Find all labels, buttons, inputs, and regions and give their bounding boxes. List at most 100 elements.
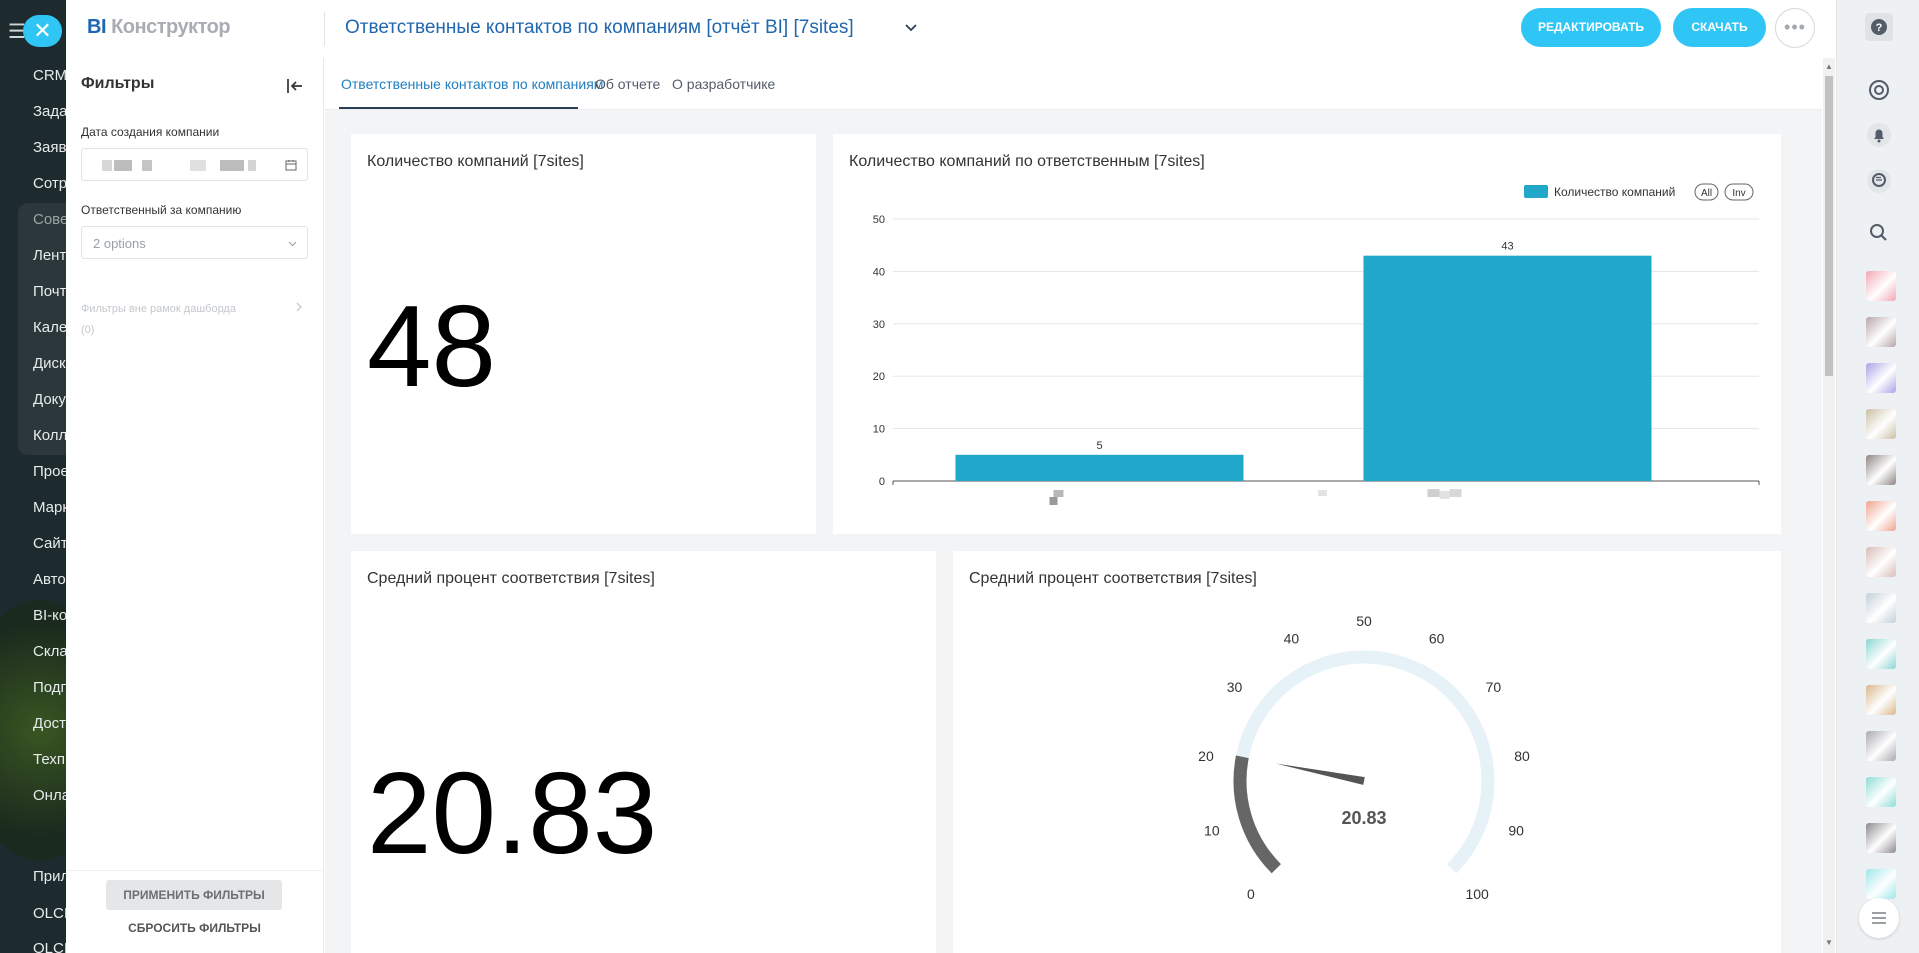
redacted-category-label [1049,497,1058,505]
edit-button[interactable]: РЕДАКТИРОВАТЬ [1521,8,1661,47]
avatar[interactable] [1866,547,1896,577]
avatar[interactable] [1866,593,1896,623]
avatar[interactable] [1866,455,1896,485]
close-slider-button[interactable]: ✕ [23,15,62,47]
y-tick-label: 10 [873,424,885,436]
gauge-value-label: 20.83 [1341,808,1386,828]
list-icon [1872,912,1886,924]
logo-bi: BI [87,16,107,38]
gauge-tick-label: 100 [1465,886,1489,902]
reset-filters-button[interactable]: СБРОСИТЬ ФИЛЬТРЫ [66,921,323,935]
gauge-pointer [1275,763,1365,785]
sidebar-item[interactable]: Доку [33,391,66,408]
y-tick-label: 40 [873,266,885,278]
gauge-tick-label: 40 [1284,630,1300,646]
sidebar-item[interactable]: Кале [33,319,66,336]
outside-filters-count: (0) [81,324,95,336]
bar [955,454,1244,481]
sidebar-item[interactable]: Онла [33,787,66,804]
sidebar-item[interactable]: Колл [33,427,66,444]
sidebar-item[interactable]: Сайт [33,535,66,552]
bi-constructor-panel: BI Конструктор Ответственные контактов п… [66,0,1836,953]
responsible-filter-value: 2 options [93,236,146,251]
sidebar-item[interactable]: Авто [33,571,66,588]
sidebar-item[interactable]: Прил [33,868,66,885]
sidebar-item[interactable]: Диск [33,355,66,372]
outside-filters-link[interactable]: Фильтры вне рамок дашборда (0) [81,299,271,341]
gauge-chart: 0 10 20 30 40 50 60 70 80 90 100 20.83 [1198,613,1530,902]
date-filter-input[interactable] [81,148,308,181]
avatar[interactable] [1866,731,1896,761]
avatar[interactable] [1866,777,1896,807]
close-icon: ✕ [33,18,52,43]
sidebar-item[interactable]: Сотр [33,175,66,192]
sidebar-item[interactable]: Дост [33,715,66,732]
sidebar-item[interactable]: Прое [33,463,66,480]
list-button[interactable] [1859,898,1899,938]
redacted-text [190,160,206,171]
dashboard-scrollbar[interactable]: ▲ ▼ [1823,58,1835,953]
avatar[interactable] [1866,823,1896,853]
tab-responsible[interactable]: Ответственные контактов по компаниям [341,76,603,92]
redacted-category-label [1439,491,1450,499]
sidebar-item[interactable]: BI-ко [33,607,66,624]
sidebar-item[interactable]: Заяв [33,139,66,156]
avatar[interactable] [1866,869,1896,899]
bar-chart: 0 10 20 30 40 50 5 43 Количество компаний All Inv [873,183,1760,505]
sidebar-item[interactable]: Техп [33,751,65,768]
chevron-right-icon[interactable] [294,301,304,313]
report-title[interactable]: Ответственные контактов по компаниям [от… [345,17,854,39]
sidebar-item[interactable]: OLCI [33,940,66,953]
chat-icon[interactable] [1864,166,1894,196]
legend-all-label: All [1701,188,1712,199]
gauge-tick-label: 30 [1227,679,1243,695]
avatar[interactable] [1866,317,1896,347]
avatar[interactable] [1866,271,1896,301]
sidebar-item[interactable]: Зада [33,103,66,120]
collapse-left-icon[interactable] [284,75,306,97]
search-icon[interactable] [1864,218,1894,248]
scroll-up-arrow[interactable]: ▲ [1825,62,1833,71]
help-icon[interactable]: ? [1864,12,1894,42]
more-icon: ••• [1784,17,1806,37]
scroll-thumb[interactable] [1825,76,1833,376]
filters-footer: ПРИМЕНИТЬ ФИЛЬТРЫ СБРОСИТЬ ФИЛЬТРЫ [66,870,323,953]
avatar[interactable] [1866,409,1896,439]
avatar[interactable] [1866,363,1896,393]
more-button[interactable]: ••• [1775,8,1815,48]
sidebar-item[interactable]: Подп [33,679,66,696]
gauge-tick-label: 90 [1508,822,1524,838]
sidebar-item[interactable]: OLCI [33,905,66,922]
gauge-tick-label: 70 [1486,679,1502,695]
bell-icon[interactable] [1864,120,1894,150]
tab-about-report[interactable]: Об отчете [595,76,660,92]
goal-icon[interactable] [1864,75,1894,105]
responsible-filter-select[interactable]: 2 options [81,226,308,259]
bar-data-label: 5 [1096,440,1102,452]
sidebar-item[interactable]: Марк [33,499,66,516]
avatar[interactable] [1866,685,1896,715]
chevron-down-icon[interactable] [902,19,920,37]
card-title: Количество компаний [7sites] [367,153,584,170]
sidebar-item[interactable]: Скла [33,643,66,660]
sidebar-item[interactable]: CRM [33,67,66,84]
right-rail: ? [1836,0,1919,953]
sidebar-item[interactable]: Сове [33,211,66,228]
download-button[interactable]: СКАЧАТЬ [1673,8,1766,47]
avatar[interactable] [1866,501,1896,531]
gauge-tick-label: 60 [1429,630,1445,646]
calendar-icon[interactable] [285,159,297,171]
bar-data-label: 43 [1501,241,1513,253]
apply-filters-button[interactable]: ПРИМЕНИТЬ ФИЛЬТРЫ [106,880,282,910]
bar [1363,255,1652,481]
avatar[interactable] [1866,639,1896,669]
responsible-filter-label: Ответственный за компанию [81,203,242,217]
gauge-tick-label: 0 [1247,886,1255,902]
tab-about-developer[interactable]: О разработчике [672,76,775,92]
scroll-down-arrow[interactable]: ▼ [1825,938,1833,947]
big-number-value: 48 [367,281,497,411]
gauge-fill [1233,755,1281,874]
logo-text: Конструктор [111,16,231,38]
sidebar-item[interactable]: Почт [33,283,66,300]
sidebar-item[interactable]: Лент [33,247,66,264]
